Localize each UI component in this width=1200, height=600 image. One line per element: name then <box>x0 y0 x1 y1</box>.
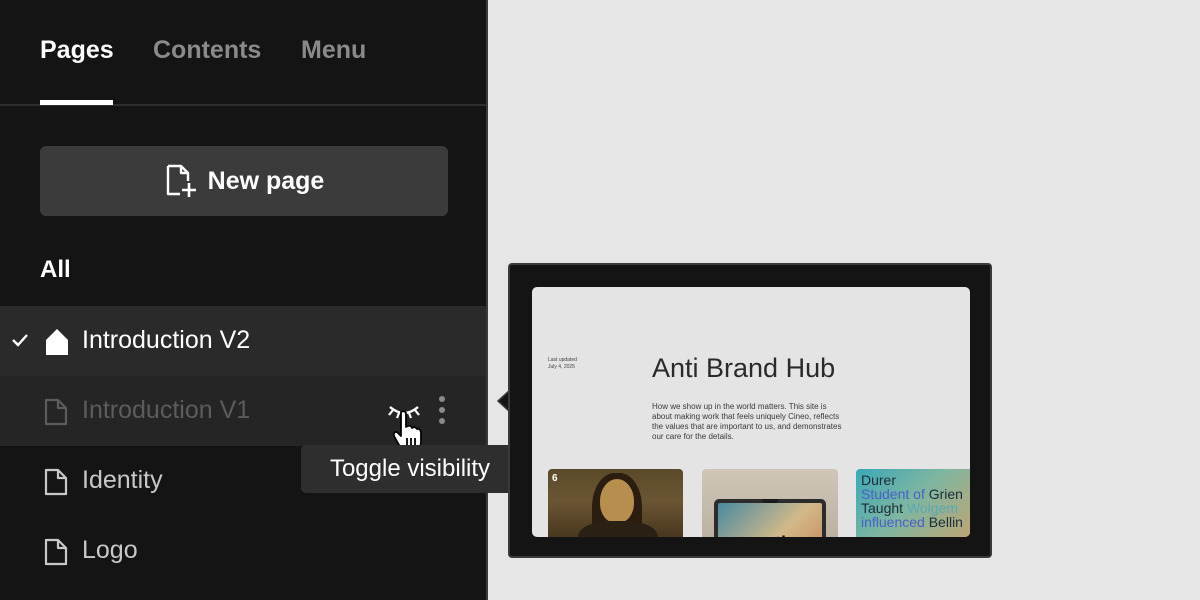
pages-sidebar: Pages Contents Menu New page All Introdu… <box>0 0 486 600</box>
sidebar-divider <box>486 0 488 600</box>
document-icon <box>44 538 68 566</box>
laptop-notch <box>762 499 778 503</box>
page-preview-popover: Last updated July 4, 2025 Anti Brand Hub… <box>508 263 992 558</box>
portrait-body <box>578 521 658 537</box>
preview-meta-label: Last updated <box>548 357 577 363</box>
laptop-screen <box>718 503 822 537</box>
tab-menu[interactable]: Menu <box>301 36 366 65</box>
preview-meta-date: July 4, 2025 <box>548 364 575 370</box>
more-vertical-icon[interactable] <box>438 395 446 427</box>
new-page-button[interactable]: New page <box>40 146 448 216</box>
preview-image-typography: Durer Student of Grien Taught Wolgem inf… <box>856 469 970 537</box>
preview-image-mona-lisa: 6 <box>548 469 683 537</box>
preview-title: Anti Brand Hub <box>652 353 836 383</box>
sidebar-tabs: Pages Contents Menu <box>0 0 486 106</box>
preview-badge: 6 <box>552 473 558 484</box>
page-item-introduction-v2[interactable]: Introduction V2 <box>0 306 486 376</box>
document-icon <box>44 398 68 426</box>
new-page-label: New page <box>207 166 325 195</box>
typo-line: Bellin <box>928 514 963 530</box>
page-item-logo[interactable]: Logo <box>0 516 486 586</box>
check-icon <box>12 334 28 347</box>
tooltip: Toggle visibility <box>301 445 519 493</box>
preview-description: How we show up in the world matters. Thi… <box>652 402 842 441</box>
page-item-label: Logo <box>82 536 138 564</box>
typo-line: influenced <box>861 514 929 530</box>
page-item-label: Introduction V1 <box>82 396 251 424</box>
new-file-icon <box>166 164 196 197</box>
document-icon <box>44 468 68 496</box>
tab-contents[interactable]: Contents <box>153 36 261 65</box>
section-label-all: All <box>40 256 71 283</box>
page-preview-thumbnail: Last updated July 4, 2025 Anti Brand Hub… <box>532 287 970 537</box>
page-item-label: Identity <box>82 466 163 494</box>
tab-pages[interactable]: Pages <box>40 36 114 65</box>
preview-image-laptop: anti <box>702 469 838 537</box>
laptop-graphic: anti <box>714 499 826 537</box>
home-icon <box>46 329 68 355</box>
preview-meta: Last updated July 4, 2025 <box>548 357 577 371</box>
active-tab-indicator <box>40 100 113 105</box>
portrait-face <box>600 479 634 523</box>
laptop-word: anti <box>754 533 786 537</box>
page-item-label: Introduction V2 <box>82 326 251 354</box>
